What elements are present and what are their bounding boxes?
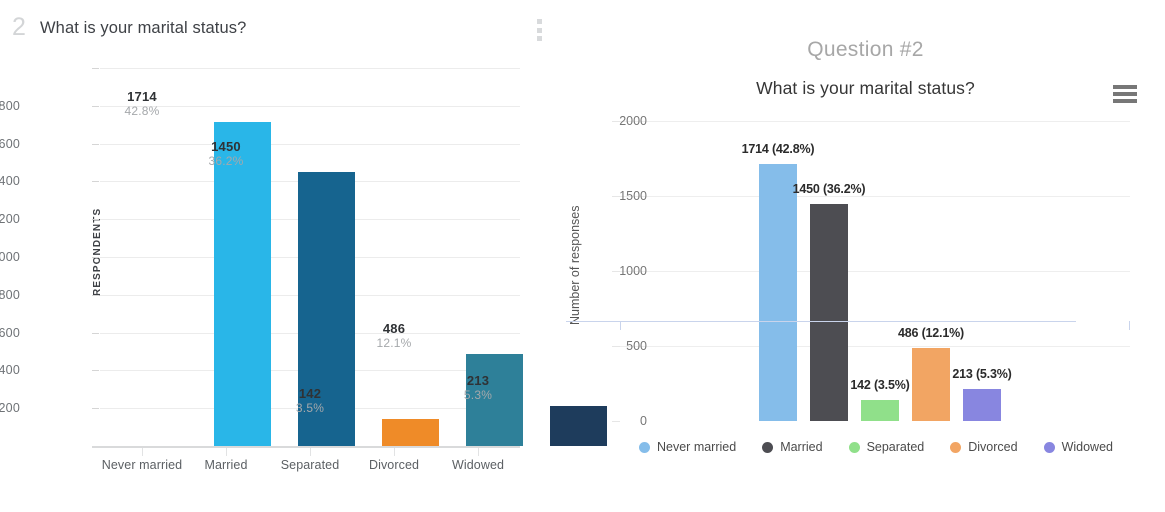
legend-item[interactable]: Widowed bbox=[1043, 440, 1113, 454]
legend-item[interactable]: Separated bbox=[848, 440, 925, 454]
question-number: 2 bbox=[12, 13, 26, 41]
y-axis-tick-label: 1200 bbox=[0, 212, 20, 227]
bar-data-label: 213 (5.3%) bbox=[952, 367, 1012, 382]
axis-tick bbox=[92, 370, 99, 372]
y-axis-tick-label: 400 bbox=[0, 363, 20, 378]
axis-tick bbox=[92, 181, 99, 183]
chart-legend: Never married Married Separated Divorced Wid… bbox=[606, 440, 1146, 454]
chart-subtitle: Question #2 bbox=[807, 38, 924, 61]
gridline bbox=[620, 196, 1130, 197]
bar-value-label: 486 bbox=[382, 321, 406, 337]
right-chart-y-axis-title: Number of responses bbox=[568, 205, 582, 325]
legend-label: Never married bbox=[657, 440, 737, 454]
bar-value-label: 1714 bbox=[127, 89, 157, 105]
x-axis-tick bbox=[226, 448, 227, 456]
bar-percent-label: 42.8% bbox=[124, 104, 160, 119]
kebab-menu-icon[interactable] bbox=[533, 19, 545, 41]
axis-tick bbox=[92, 294, 99, 296]
axis-tick bbox=[92, 68, 99, 69]
gridline bbox=[620, 271, 1130, 272]
y-axis-tick-label: 1500 bbox=[619, 189, 647, 203]
right-axis-right-cap bbox=[1129, 321, 1130, 330]
x-axis-tick bbox=[478, 448, 479, 456]
legend-item[interactable]: Divorced bbox=[950, 440, 1018, 454]
y-axis-tick-label: 600 bbox=[0, 325, 20, 340]
legend-label: Widowed bbox=[1061, 440, 1113, 454]
y-axis-tick-label: 1000 bbox=[0, 250, 20, 264]
x-axis-tick bbox=[394, 448, 395, 456]
bar-data-label: 1714 (42.8%) bbox=[741, 141, 815, 156]
page-title: What is your marital status? bbox=[40, 19, 247, 37]
x-axis-tick bbox=[142, 448, 143, 456]
gridline bbox=[620, 121, 1130, 122]
axis-tick bbox=[92, 219, 99, 221]
hamburger-line bbox=[1113, 92, 1137, 96]
gridline bbox=[100, 143, 520, 145]
right-chart-axis-line bbox=[566, 321, 1076, 322]
kebab-dot bbox=[536, 19, 542, 24]
left-chart-axis-line bbox=[92, 446, 520, 448]
legend-marker-icon bbox=[848, 441, 860, 453]
bar-value-label: 1450 bbox=[211, 138, 241, 154]
y-axis-tick-label: 0 bbox=[640, 414, 647, 428]
bar-data-label: 486 (12.1%) bbox=[898, 326, 964, 341]
legend-marker-icon bbox=[762, 441, 774, 453]
bar-value-label: 142 bbox=[298, 386, 322, 402]
y-axis-tick-label: 1400 bbox=[0, 174, 20, 189]
x-axis-category-label: Widowed bbox=[451, 458, 505, 472]
axis-tick bbox=[92, 143, 99, 145]
bar[interactable] bbox=[963, 389, 1001, 421]
legend-item[interactable]: Married bbox=[762, 440, 823, 454]
y-axis-tick-label: 200 bbox=[0, 401, 20, 416]
y-axis-tick-label: 1000 bbox=[619, 264, 647, 278]
legend-label: Divorced bbox=[968, 440, 1018, 454]
legend-marker-icon bbox=[950, 441, 962, 453]
x-axis-tick bbox=[310, 448, 311, 456]
bar[interactable] bbox=[759, 163, 797, 421]
gridline bbox=[100, 68, 520, 69]
legend-item[interactable]: Never married bbox=[639, 440, 736, 454]
legend-label: Separated bbox=[866, 440, 925, 454]
left-panel-header: 2 What is your marital status? bbox=[0, 6, 566, 46]
bar-data-label: 1450 (36.2%) bbox=[792, 181, 866, 196]
legend-marker-icon bbox=[1043, 441, 1055, 453]
kebab-dot bbox=[536, 36, 542, 41]
y-axis-tick-label: 800 bbox=[0, 287, 20, 302]
bar-percent-label: 36.2% bbox=[208, 153, 244, 168]
bar[interactable] bbox=[861, 399, 899, 421]
kebab-dot bbox=[536, 27, 542, 33]
bar-percent-label: 5.3% bbox=[463, 387, 493, 402]
right-chart-plot-area: Number of responses bbox=[568, 100, 1130, 422]
bar-value-label: 213 bbox=[466, 372, 490, 388]
hamburger-line bbox=[1113, 85, 1137, 89]
bar-percent-label: 12.1% bbox=[376, 336, 412, 351]
legend-marker-icon bbox=[639, 441, 650, 453]
axis-tick bbox=[92, 408, 99, 410]
axis-tick bbox=[92, 332, 99, 334]
right-chart-panel: Question #2 What is your marital status?… bbox=[566, 0, 1165, 512]
y-axis-tick-label: 1800 bbox=[0, 98, 20, 113]
y-axis-tick-label: 2000 bbox=[619, 114, 647, 128]
bar-percent-label: 3.5% bbox=[295, 401, 325, 416]
y-axis-tick-label: 1600 bbox=[0, 136, 20, 151]
gridline bbox=[620, 346, 1130, 347]
chart-title: What is your marital status? bbox=[756, 78, 975, 98]
legend-label: Married bbox=[780, 440, 823, 454]
axis-tick bbox=[92, 257, 99, 258]
y-axis-tick-label: 500 bbox=[626, 339, 647, 353]
left-chart-y-axis-title: RESPONDENTS bbox=[92, 207, 103, 296]
bar[interactable] bbox=[381, 419, 439, 446]
right-axis-left-cap bbox=[620, 321, 621, 330]
left-chart-panel: 2 What is your marital status? RESPONDEN… bbox=[0, 0, 607, 512]
